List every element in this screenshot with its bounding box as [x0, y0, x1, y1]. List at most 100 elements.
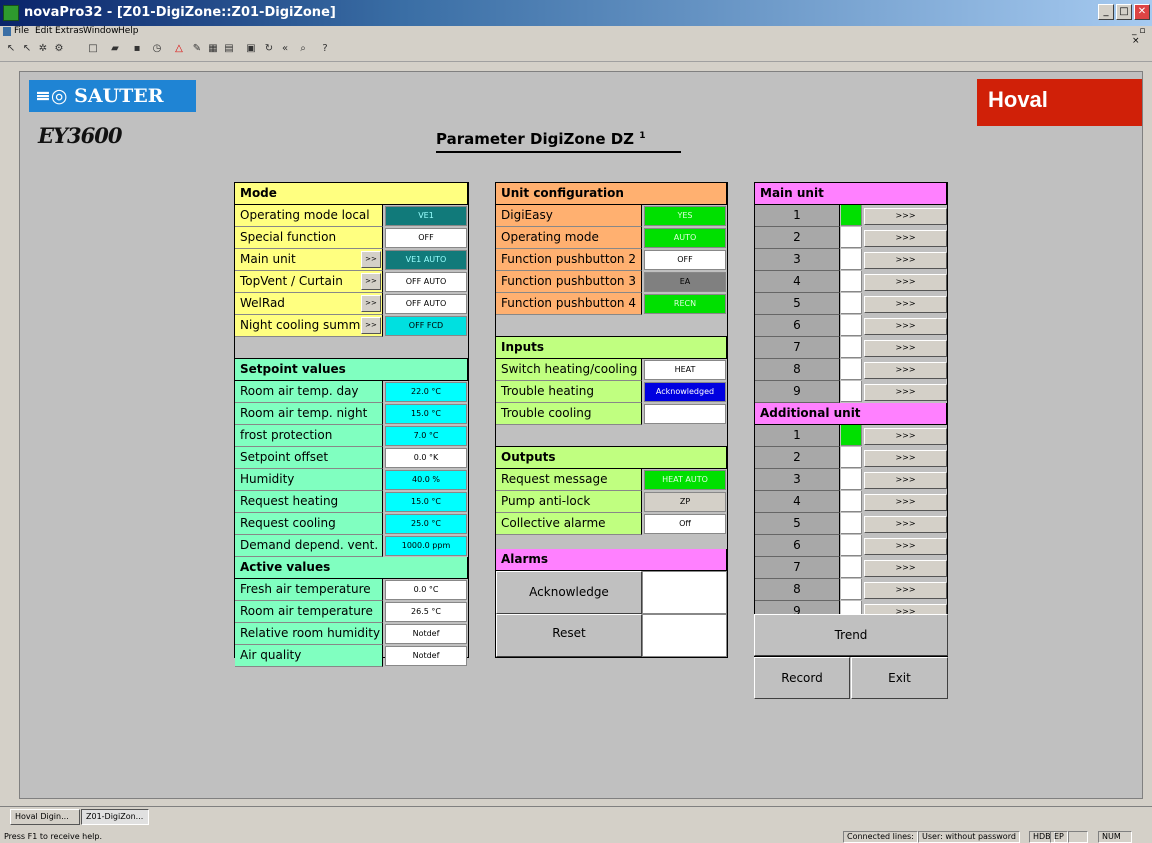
mode-welrad-value[interactable]: OFF AUTO [385, 294, 467, 314]
pin-icon[interactable]: ✎ [190, 42, 204, 56]
additional-unit-open-button[interactable]: >>> [864, 494, 947, 511]
main-unit-open-button[interactable]: >>> [864, 362, 947, 379]
main-unit-open-button[interactable]: >>> [864, 230, 947, 247]
menu-file[interactable]: File [14, 26, 29, 36]
mode-header: Mode [235, 183, 468, 205]
clock-icon[interactable]: ◷ [150, 42, 164, 56]
config-function-pushbutton-2-value[interactable]: OFF [644, 250, 726, 270]
chart-icon[interactable]: ▤ [222, 42, 236, 56]
additional-unit-open-button[interactable]: >>> [864, 538, 947, 555]
output-request-message-label: Request message [496, 469, 642, 491]
mode-topvent-curtain-more-button[interactable]: >> [361, 273, 381, 290]
main-unit-open-button[interactable]: >>> [864, 274, 947, 291]
minimize-button[interactable]: _ [1098, 4, 1114, 20]
mode-main-unit-more-button[interactable]: >> [361, 251, 381, 268]
mode-topvent-curtain-value[interactable]: OFF AUTO [385, 272, 467, 292]
active-room-air-temperature-value[interactable]: 26.5 °C [385, 602, 467, 622]
additional-unit-open-button[interactable]: >>> [864, 428, 947, 445]
config-function-pushbutton-4-value[interactable]: RECN [644, 294, 726, 314]
config-function-pushbutton-4-label: Function pushbutton 4 [496, 293, 642, 315]
mode-main-unit-value[interactable]: VE1 AUTO [385, 250, 467, 270]
additional-unit-open-button[interactable]: >>> [864, 516, 947, 533]
setpoint-request-cooling-label: Request cooling [235, 513, 383, 535]
additional-unit-row-number: 8 [755, 579, 840, 601]
doc-icon [3, 27, 11, 36]
output-pump-anti-lock-value[interactable]: ZP [644, 492, 726, 512]
new-icon[interactable]: □ [86, 42, 100, 56]
tool-network-icon[interactable]: ⚙ [52, 42, 66, 56]
task-hoval-digin[interactable]: Hoval Digin... [10, 809, 80, 825]
additional-unit-status-indicator [841, 491, 862, 512]
input-trouble-cooling-value[interactable] [644, 404, 726, 424]
alarm-icon[interactable]: △ [172, 42, 186, 56]
record-button[interactable]: Record [754, 657, 850, 699]
additional-unit-open-button[interactable]: >>> [864, 450, 947, 467]
back-icon[interactable]: « [278, 42, 292, 56]
reset-button[interactable]: Reset [496, 614, 642, 657]
additional-unit-open-button[interactable]: >>> [864, 582, 947, 599]
active-fresh-air-temperature-value[interactable]: 0.0 °C [385, 580, 467, 600]
setpoint-humidity-value[interactable]: 40.0 % [385, 470, 467, 490]
mode-night-cooling-summe-value[interactable]: OFF FCD [385, 316, 467, 336]
tool-select-icon[interactable]: ↖ [4, 42, 18, 56]
additional-unit-open-button[interactable]: >>> [864, 472, 947, 489]
tool-sparkle-icon[interactable]: ✲ [36, 42, 50, 56]
task-z01-digizone[interactable]: Z01-DigiZon... [81, 809, 149, 825]
main-unit-row-number: 4 [755, 271, 840, 293]
menu-help[interactable]: Help [118, 26, 139, 36]
active-relative-room-humidity-value[interactable]: Notdef [385, 624, 467, 644]
input-switch-heating-cooling-value[interactable]: HEAT [644, 360, 726, 380]
main-unit-row-number: 3 [755, 249, 840, 271]
main-unit-status-indicator [841, 205, 862, 226]
config-function-pushbutton-3-value[interactable]: EA [644, 272, 726, 292]
config-operating-mode-value[interactable]: AUTO [644, 228, 726, 248]
refresh-icon[interactable]: ↻ [262, 42, 276, 56]
additional-unit-row-number: 3 [755, 469, 840, 491]
active-air-quality-value[interactable]: Notdef [385, 646, 467, 666]
trend-button[interactable]: Trend [754, 614, 948, 656]
output-request-message-value[interactable]: HEAT AUTO [644, 470, 726, 490]
menu-extras[interactable]: Extras [55, 26, 83, 36]
setpoint-request-cooling-value[interactable]: 25.0 °C [385, 514, 467, 534]
setpoint-room-air-temp-night-value[interactable]: 15.0 °C [385, 404, 467, 424]
config-digieasy-value[interactable]: YES [644, 206, 726, 226]
save-icon[interactable]: ▪ [130, 42, 144, 56]
report-icon[interactable]: ▣ [244, 42, 258, 56]
mode-welrad-more-button[interactable]: >> [361, 295, 381, 312]
additional-unit-open-button[interactable]: >>> [864, 560, 947, 577]
close-button[interactable]: ✕ [1134, 4, 1150, 20]
sauter-logo-text: SAUTER [74, 85, 164, 107]
mode-operating-mode-local-value[interactable]: VE1 [385, 206, 467, 226]
menu-window[interactable]: Window [83, 26, 119, 36]
setpoint-frost-protection-value[interactable]: 7.0 °C [385, 426, 467, 446]
maximize-button[interactable]: □ [1116, 4, 1132, 20]
mode-special-function-value[interactable]: OFF [385, 228, 467, 248]
setpoint-demand-depend-vent-value[interactable]: 1000.0 ppm [385, 536, 467, 556]
main-unit-open-button[interactable]: >>> [864, 252, 947, 269]
input-trouble-heating-value[interactable]: Acknowledged [644, 382, 726, 402]
setpoint-setpoint-offset-value[interactable]: 0.0 °K [385, 448, 467, 468]
config-panel: Unit configuration DigiEasy YES Operating m… [495, 182, 728, 658]
config-digieasy-label: DigiEasy [496, 205, 642, 227]
main-unit-row-number: 8 [755, 359, 840, 381]
main-unit-open-button[interactable]: >>> [864, 384, 947, 401]
output-collective-alarme-value[interactable]: Off [644, 514, 726, 534]
inputs-header: Inputs [496, 337, 727, 359]
setpoint-request-heating-value[interactable]: 15.0 °C [385, 492, 467, 512]
acknowledge-button[interactable]: Acknowledge [496, 571, 642, 614]
menu-edit[interactable]: Edit [35, 26, 52, 36]
mode-night-cooling-summe-more-button[interactable]: >> [361, 317, 381, 334]
zoom-icon[interactable]: ⌕ [296, 42, 310, 56]
grid-icon[interactable]: ▦ [206, 42, 220, 56]
setpoint-room-air-temp-day-value[interactable]: 22.0 °C [385, 382, 467, 402]
main-unit-open-button[interactable]: >>> [864, 208, 947, 225]
main-unit-open-button[interactable]: >>> [864, 318, 947, 335]
setpoint-room-air-temp-day-label: Room air temp. day [235, 381, 383, 403]
main-unit-open-button[interactable]: >>> [864, 340, 947, 357]
main-unit-open-button[interactable]: >>> [864, 296, 947, 313]
exit-button[interactable]: Exit [851, 657, 948, 699]
tool-select2-icon[interactable]: ↖ [20, 42, 34, 56]
additional-unit-status-indicator [841, 579, 862, 600]
open-icon[interactable]: ▰ [108, 42, 122, 56]
help-icon[interactable]: ? [318, 42, 332, 56]
